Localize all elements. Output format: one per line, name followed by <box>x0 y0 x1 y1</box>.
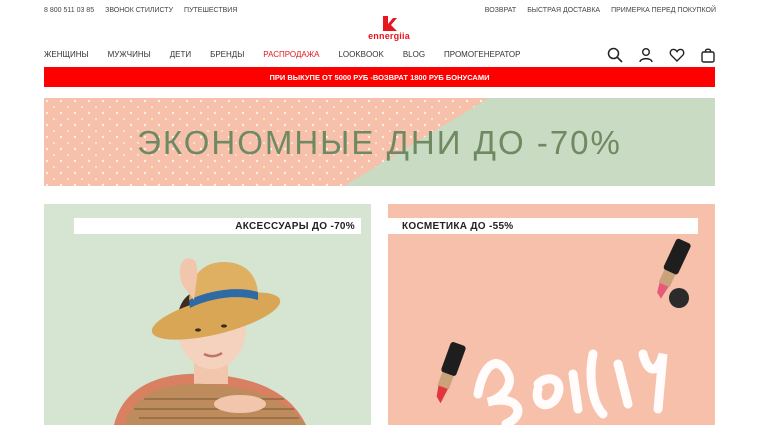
nav-item-blog[interactable]: BLOG <box>403 50 425 59</box>
phone-link[interactable]: 8 800 511 03 85 <box>44 7 94 14</box>
nav-item-men[interactable]: МУЖЧИНЫ <box>108 50 151 59</box>
nav-item-sale[interactable]: РАСПРОДАЖА <box>263 50 319 59</box>
nav-item-kids[interactable]: ДЕТИ <box>170 50 191 59</box>
header-icons <box>607 47 716 63</box>
main-nav: ЖЕНЩИНЫ МУЖЧИНЫ ДЕТИ БРЕНДЫ РАСПРОДАЖА L… <box>44 50 520 59</box>
fitting-link[interactable]: ПРИМЕРКА ПЕРЕД ПОКУПКОЙ <box>611 7 716 14</box>
promo-banner-strip[interactable]: ПРИ ВЫКУПЕ ОТ 5000 РУБ -ВОЗВРАТ 1800 РУБ… <box>44 67 715 87</box>
travel-link[interactable]: ПУТЕШЕСТВИЯ <box>184 7 237 14</box>
heart-icon[interactable] <box>669 47 685 63</box>
accessories-card[interactable]: АКСЕССУАРЫ ДО -70% <box>44 204 371 425</box>
nav-item-promo-generator[interactable]: ПРОМОГЕНЕРАТОР <box>444 50 520 59</box>
cosmetics-card-label: КОСМЕТИКА ДО -55% <box>388 218 698 234</box>
top-bar-right: ВОЗВРАТ БЫСТРАЯ ДОСТАВКА ПРИМЕРКА ПЕРЕД … <box>485 4 716 16</box>
logo-text: ennergiia <box>368 31 410 41</box>
nav-item-women[interactable]: ЖЕНЩИНЫ <box>44 50 89 59</box>
bag-icon[interactable] <box>700 47 716 63</box>
fast-delivery-link[interactable]: БЫСТРАЯ ДОСТАВКА <box>527 7 600 14</box>
top-bar-left: 8 800 511 03 85 ЗВОНОК СТИЛИСТУ ПУТЕШЕСТ… <box>44 4 237 16</box>
accessories-photo <box>114 258 306 425</box>
site-logo[interactable]: ennergiia <box>366 15 412 45</box>
hero-title: ЭКОНОМНЫЕ ДНИ ДО -70% <box>137 124 622 161</box>
account-icon[interactable] <box>638 47 654 63</box>
nav-item-lookbook[interactable]: LOOKBOOK <box>338 50 383 59</box>
promo-banner-text: ПРИ ВЫКУПЕ ОТ 5000 РУБ -ВОЗВРАТ 1800 РУБ… <box>269 72 490 82</box>
return-link[interactable]: ВОЗВРАТ <box>485 7 516 14</box>
logo-mark-icon <box>383 16 397 31</box>
search-icon[interactable] <box>607 47 623 63</box>
hero-banner[interactable]: ЭКОНОМНЫЕ ДНИ ДО -70% <box>44 98 715 186</box>
accessories-card-label: АКСЕССУАРЫ ДО -70% <box>74 218 361 234</box>
nav-item-brands[interactable]: БРЕНДЫ <box>210 50 244 59</box>
cosmetics-card[interactable]: КОСМЕТИКА ДО -55% <box>388 204 715 425</box>
cosmetics-photo <box>436 238 691 425</box>
stylist-call-link[interactable]: ЗВОНОК СТИЛИСТУ <box>105 7 173 14</box>
